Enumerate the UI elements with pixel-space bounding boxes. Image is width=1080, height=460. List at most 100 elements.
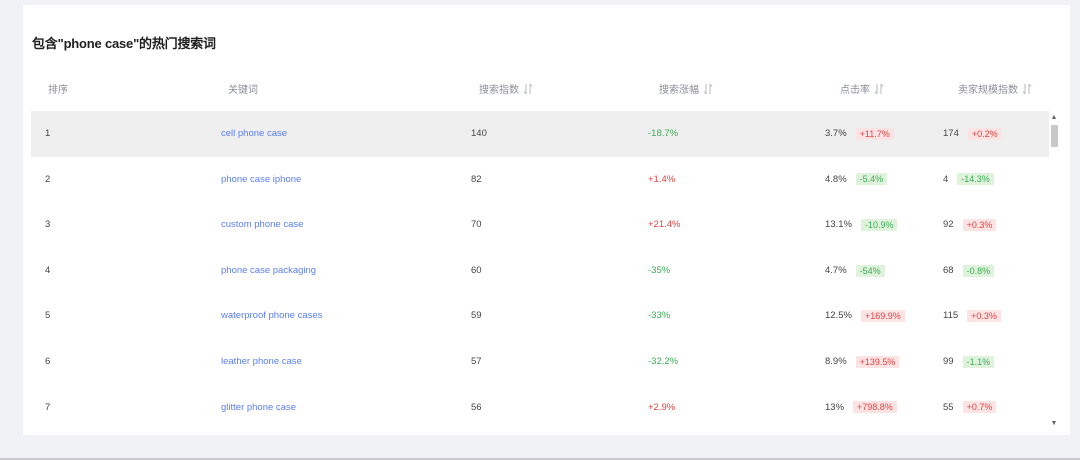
ctr-cell: 3.7% +11.7%	[825, 111, 894, 157]
search-index-cell: 60	[471, 264, 482, 276]
table-row[interactable]: 5 waterproof phone cases 59 -33% 12.5% +…	[31, 293, 1049, 339]
keyword-link[interactable]: leather phone case	[221, 339, 302, 385]
search-growth-cell: +2.9%	[648, 401, 676, 413]
sort-icon[interactable]	[702, 83, 714, 95]
rank-cell: 7	[45, 401, 51, 413]
ctr-change-badge: -5.4%	[855, 173, 888, 186]
ctr-cell: 13.1% -10.9%	[825, 202, 898, 248]
search-index-cell: 59	[471, 310, 482, 322]
header-ctr[interactable]: 点击率	[840, 81, 885, 96]
rank-cell: 4	[45, 264, 51, 276]
search-growth-cell: -35%	[648, 264, 671, 276]
search-index-cell: 56	[471, 401, 482, 413]
scrollbar-thumb[interactable]	[1051, 125, 1058, 147]
ctr-change-badge: -10.9%	[860, 218, 898, 231]
seller-scale-cell: 115 +0.3%	[943, 293, 1001, 339]
ctr-value: 13%	[825, 401, 845, 413]
keyword-link[interactable]: waterproof phone cases	[221, 293, 322, 339]
ctr-cell: 12.5% +169.9%	[825, 293, 905, 339]
keyword-link[interactable]: phone case packaging	[221, 248, 316, 294]
search-index-cell: 57	[471, 355, 482, 367]
ctr-change-badge: +11.7%	[855, 127, 894, 140]
header-seller-scale[interactable]: 卖家规模指数	[958, 81, 1033, 96]
header-keyword-label: 关键词	[228, 85, 258, 96]
seller-change-badge: -14.3%	[957, 173, 994, 186]
search-growth-cell: -33%	[648, 310, 671, 322]
search-index-cell: 140	[471, 128, 487, 139]
keyword-link[interactable]: custom phone case	[221, 202, 303, 248]
seller-scale-value: 99	[943, 355, 954, 367]
table-row[interactable]: 3 custom phone case 70 +21.4% 13.1% -10.…	[31, 202, 1049, 248]
header-keyword: 关键词	[228, 81, 258, 96]
table-row[interactable]: 1 cell phone case 140 -18.7% 3.7% +11.7%…	[31, 111, 1049, 157]
seller-scale-value: 115	[943, 310, 959, 322]
seller-scale-value: 174	[943, 128, 959, 139]
seller-change-badge: +0.7%	[962, 401, 997, 414]
seller-scale-cell: 174 +0.2%	[943, 111, 1002, 157]
table-header: 排序 关键词 搜索指数 搜索涨幅 点击率 卖家规模指数	[23, 77, 1053, 99]
header-search-index[interactable]: 搜索指数	[479, 81, 534, 96]
ctr-value: 4.8%	[825, 173, 847, 185]
seller-scale-cell: 68 -0.8%	[943, 248, 995, 294]
seller-scale-cell: 99 -1.1%	[943, 339, 995, 385]
header-seller-scale-label: 卖家规模指数	[958, 85, 1018, 96]
search-growth-cell: +21.4%	[648, 219, 681, 231]
keyword-link[interactable]: phone case iphone	[221, 157, 301, 203]
rank-cell: 5	[45, 310, 51, 322]
table-row[interactable]: 7 glitter phone case 56 +2.9% 13% +798.8…	[31, 385, 1049, 431]
ctr-change-badge: -54%	[855, 264, 885, 277]
rank-cell: 2	[45, 173, 51, 185]
header-rank-label: 排序	[48, 85, 68, 96]
ctr-value: 13.1%	[825, 219, 852, 231]
seller-change-badge: +0.2%	[967, 127, 1002, 140]
panel-title: 包含"phone case"的热门搜索词	[32, 36, 216, 51]
search-index-cell: 70	[471, 219, 482, 231]
seller-scale-value: 92	[943, 219, 954, 231]
table-row[interactable]: 4 phone case packaging 60 -35% 4.7% -54%…	[31, 248, 1049, 294]
table-row[interactable]: 6 leather phone case 57 -32.2% 8.9% +139…	[31, 339, 1049, 385]
ctr-cell: 13% +798.8%	[825, 385, 897, 431]
vertical-scrollbar[interactable]: ▲ ▼	[1049, 114, 1059, 428]
header-search-growth-label: 搜索涨幅	[659, 85, 699, 96]
ctr-value: 3.7%	[825, 128, 847, 139]
table-row[interactable]: 2 phone case iphone 82 +1.4% 4.8% -5.4% …	[31, 157, 1049, 203]
hot-search-terms-panel: 包含"phone case"的热门搜索词 排序 关键词 搜索指数 搜索涨幅 点击…	[23, 5, 1070, 435]
ctr-cell: 4.8% -5.4%	[825, 157, 888, 203]
seller-scale-value: 4	[943, 173, 949, 185]
ctr-value: 12.5%	[825, 310, 852, 322]
table-body: 1 cell phone case 140 -18.7% 3.7% +11.7%…	[31, 111, 1049, 430]
seller-change-badge: -0.8%	[962, 264, 995, 277]
keyword-link[interactable]: cell phone case	[221, 111, 287, 157]
search-growth-cell: -18.7%	[648, 128, 679, 139]
seller-scale-cell: 92 +0.3%	[943, 202, 997, 248]
ctr-cell: 4.7% -54%	[825, 248, 885, 294]
ctr-value: 4.7%	[825, 264, 847, 276]
header-search-growth[interactable]: 搜索涨幅	[659, 81, 714, 96]
ctr-cell: 8.9% +139.5%	[825, 339, 900, 385]
rank-cell: 1	[45, 128, 51, 139]
search-growth-cell: +1.4%	[648, 173, 676, 185]
ctr-change-badge: +139.5%	[855, 355, 900, 368]
search-growth-cell: -32.2%	[648, 355, 679, 367]
sort-icon[interactable]	[522, 83, 534, 95]
sort-icon[interactable]	[1021, 83, 1033, 95]
seller-change-badge: +0.3%	[967, 310, 1001, 323]
rank-cell: 3	[45, 219, 51, 231]
keyword-link[interactable]: glitter phone case	[221, 385, 296, 431]
seller-scale-value: 55	[943, 401, 954, 413]
scroll-up-arrow-icon[interactable]: ▲	[1050, 114, 1058, 122]
search-index-cell: 82	[471, 173, 482, 185]
ctr-change-badge: +169.9%	[860, 310, 905, 323]
header-search-index-label: 搜索指数	[479, 85, 519, 96]
ctr-value: 8.9%	[825, 355, 847, 367]
ctr-change-badge: +798.8%	[853, 401, 897, 414]
rank-cell: 6	[45, 355, 51, 367]
seller-scale-cell: 55 +0.7%	[943, 385, 997, 431]
seller-scale-value: 68	[943, 264, 954, 276]
seller-change-badge: +0.3%	[962, 218, 997, 231]
seller-change-badge: -1.1%	[962, 355, 995, 368]
scroll-down-arrow-icon[interactable]: ▼	[1050, 420, 1058, 428]
sort-icon[interactable]	[873, 83, 885, 95]
seller-scale-cell: 4 -14.3%	[943, 157, 994, 203]
header-rank: 排序	[48, 81, 68, 96]
